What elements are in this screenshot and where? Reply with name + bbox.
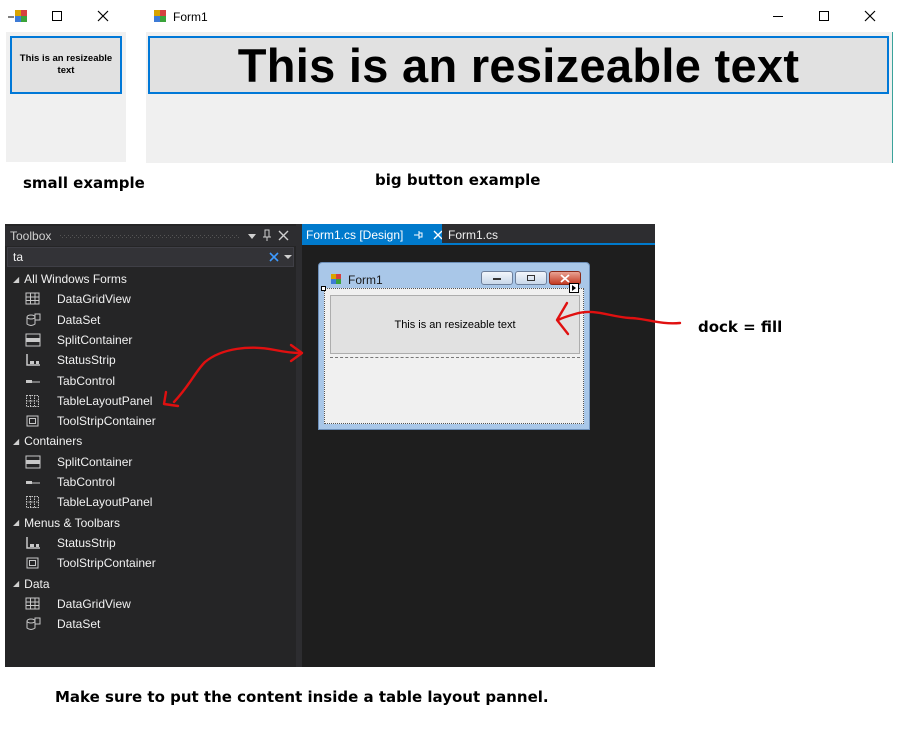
toolbox-to-designer-arrow — [172, 346, 302, 404]
annotation-arrows — [162, 301, 682, 408]
dock-fill-arrow — [556, 310, 682, 325]
